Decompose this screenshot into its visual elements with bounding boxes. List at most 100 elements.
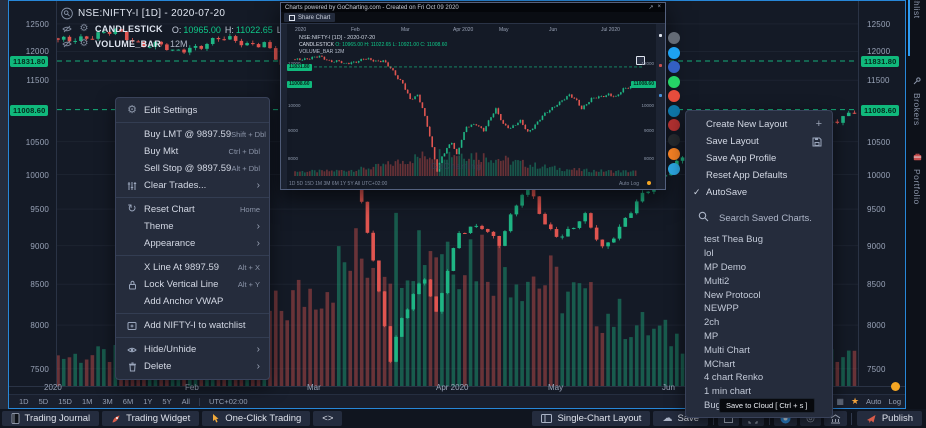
- context-menu-item-buy-lmt-9897-59[interactable]: Buy LMT @ 9897.59Shift + Dbl: [116, 126, 269, 143]
- sidebar-tab-watchlist[interactable]: Watchlist: [908, 0, 926, 19]
- saved-chart-newpp[interactable]: NEWPP: [686, 302, 832, 316]
- shortcut-hint: Shift + Dbl: [231, 130, 266, 139]
- trash-icon: [124, 362, 140, 372]
- context-menu-item-delete[interactable]: Delete›: [116, 358, 269, 375]
- snapshot-popup-window: Charts powered by GoCharting.com - Creat…: [280, 2, 666, 190]
- button-item[interactable]: <>: [313, 411, 342, 426]
- menu-divider: [116, 337, 269, 338]
- ohlc-field-value: 10965.00: [183, 25, 221, 35]
- context-menu-item-sell-stop-9897-59[interactable]: Sell Stop @ 9897.59Alt + Dbl: [116, 160, 269, 177]
- button-single-chart-layout[interactable]: Single-Chart Layout: [532, 411, 650, 426]
- sliders-icon: [124, 181, 140, 191]
- saved-chart-2ch[interactable]: 2ch: [686, 316, 832, 330]
- indicator-settings-icon[interactable]: ⚙: [78, 24, 90, 34]
- volume-settings-icon[interactable]: ⚙: [78, 39, 90, 49]
- right-price-axis[interactable]: 1250012000115001050010000950090008500800…: [859, 1, 905, 386]
- saved-chart-4-chart-renko[interactable]: 4 chart Renko: [686, 371, 832, 385]
- saved-chart-mp-demo[interactable]: MP Demo: [686, 261, 832, 275]
- mini-month-label: Apr 2020: [453, 27, 473, 33]
- mini-price-pill: 11008.60: [631, 81, 656, 88]
- popup-tab-share-chart[interactable]: Share Chart: [284, 13, 335, 22]
- context-menu-item-reset-chart[interactable]: ↻Reset ChartHome: [116, 201, 269, 218]
- timezone-label[interactable]: UTC+02:00: [204, 397, 253, 406]
- saved-chart-lol[interactable]: lol: [686, 247, 832, 261]
- saved-chart-mchart[interactable]: MChart: [686, 357, 832, 371]
- layout-menu-item-save-app-profile[interactable]: Save App Profile: [686, 150, 832, 167]
- left-price-axis[interactable]: 1250012000115001050010000950090008500800…: [9, 1, 55, 386]
- layout-menu-item-reset-app-defaults[interactable]: Reset App Defaults: [686, 167, 832, 184]
- layout-menu-item-autosave[interactable]: ✓AutoSave: [686, 184, 832, 201]
- saved-chart-test-thea-bug[interactable]: test Thea Bug: [686, 233, 832, 247]
- price-tick: 7500: [30, 365, 49, 374]
- context-menu-item-edit-settings[interactable]: ⚙Edit Settings: [116, 102, 269, 119]
- hide-volume-icon[interactable]: [61, 40, 73, 48]
- context-menu-item-lock-vertical-line[interactable]: Lock Vertical LineAlt + Y: [116, 276, 269, 293]
- context-menu-item-hide-unhide[interactable]: Hide/Unhide›: [116, 341, 269, 358]
- share-icon-reddit[interactable]: [668, 148, 680, 160]
- reset-icon: ↻: [124, 204, 140, 215]
- timeframe-1d[interactable]: 1D: [14, 397, 34, 406]
- mini-price-tick: 8000: [644, 156, 654, 161]
- layout-menu-item-save-layout[interactable]: Save Layout: [686, 133, 832, 150]
- watchlist-add-icon: [124, 321, 140, 331]
- search-input[interactable]: [717, 212, 821, 225]
- sidebar-tab-portfolio[interactable]: Portfolio: [908, 148, 926, 205]
- button-publish[interactable]: Publish: [857, 411, 922, 426]
- context-menu-item-add-nifty-i-to-watchlist[interactable]: Add NIFTY-I to watchlist: [116, 317, 269, 334]
- popup-close-icon[interactable]: ×: [657, 4, 661, 11]
- hide-indicator-icon[interactable]: [61, 25, 73, 33]
- context-menu-item-x-line-at-9897-59[interactable]: X Line At 9897.59Alt + X: [116, 259, 269, 276]
- share-icon-pinterest[interactable]: [668, 119, 680, 131]
- context-menu-item-add-anchor-vwap[interactable]: Add Anchor VWAP: [116, 293, 269, 310]
- submenu-arrow-icon: ›: [257, 180, 260, 191]
- button-one-click-trading[interactable]: One-Click Trading: [202, 411, 310, 426]
- saved-chart-mp[interactable]: MP: [686, 330, 832, 344]
- context-menu-item-clear-trades[interactable]: Clear Trades...›: [116, 177, 269, 194]
- share-icon-email[interactable]: [668, 134, 680, 146]
- timeframe-5d[interactable]: 5D: [34, 397, 54, 406]
- price-tick: 8000: [867, 321, 886, 330]
- mini-price-pill: 11831.80: [287, 64, 312, 71]
- timeframe-5y[interactable]: 5Y: [157, 397, 176, 406]
- favorite-star-icon[interactable]: ★: [851, 396, 859, 407]
- briefcase-icon: [913, 148, 922, 166]
- shortcut-hint: Alt + Dbl: [231, 164, 260, 173]
- log-scale-toggle[interactable]: Log: [888, 397, 901, 406]
- share-icon-telegram[interactable]: [668, 163, 680, 175]
- context-menu-item-buy-mkt[interactable]: Buy MktCtrl + Dbl: [116, 143, 269, 160]
- saved-chart-new-protocol[interactable]: New Protocol: [686, 288, 832, 302]
- share-icon-googleplus[interactable]: [668, 90, 680, 102]
- symbol-search-icon[interactable]: [61, 7, 73, 20]
- timeframe-1m[interactable]: 1M: [77, 397, 97, 406]
- timeframe-all[interactable]: All: [177, 397, 195, 406]
- context-menu-item-theme[interactable]: Theme›: [116, 218, 269, 235]
- layout-menu-item-create-new-layout[interactable]: Create New Layout+: [686, 116, 832, 133]
- timeframe-15d[interactable]: 15D: [53, 397, 77, 406]
- timeframe-3m[interactable]: 3M: [97, 397, 117, 406]
- saved-chart-multi-chart[interactable]: Multi Chart: [686, 343, 832, 357]
- grid-settings-icon[interactable]: ▦: [836, 397, 844, 406]
- timeframe-6m[interactable]: 6M: [118, 397, 138, 406]
- timeframe-1y[interactable]: 1Y: [138, 397, 157, 406]
- check-icon: ✓: [693, 187, 701, 198]
- publish-icon: [866, 414, 877, 424]
- left-panel-handle[interactable]: [0, 0, 8, 409]
- share-icon-link[interactable]: [668, 32, 680, 44]
- submenu-arrow-icon: ›: [257, 238, 260, 249]
- floppy-save-icon: [812, 137, 822, 147]
- context-menu-item-appearance[interactable]: Appearance›: [116, 235, 269, 252]
- saved-charts-search[interactable]: [686, 201, 832, 233]
- app-root: 1250012000115001050010000950090008500800…: [0, 0, 926, 428]
- button-trading-journal[interactable]: Trading Journal: [2, 411, 100, 426]
- auto-scale-toggle[interactable]: Auto: [866, 397, 881, 406]
- share-icon-whatsapp[interactable]: [668, 76, 680, 88]
- saved-chart-1-min-chart[interactable]: 1 min chart: [686, 385, 832, 399]
- share-icon-facebook[interactable]: [668, 61, 680, 73]
- share-icon-twitter[interactable]: [668, 47, 680, 59]
- saved-chart-multi2[interactable]: Multi2: [686, 274, 832, 288]
- share-icon-linkedin[interactable]: [668, 105, 680, 117]
- popup-open-external-icon[interactable]: ↗: [648, 4, 653, 11]
- sidebar-tab-brokers[interactable]: Brokers: [908, 72, 926, 126]
- button-trading-widget[interactable]: Trading Widget: [102, 411, 199, 426]
- price-tick: 8000: [30, 321, 49, 330]
